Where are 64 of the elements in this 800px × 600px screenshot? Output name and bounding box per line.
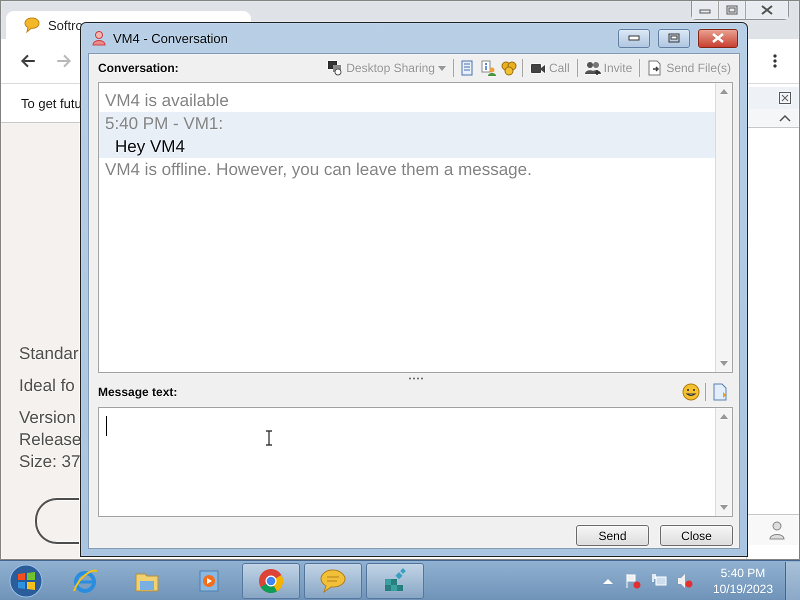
scroll-down-icon[interactable] [720,361,728,366]
send-file-icon [647,60,664,76]
maximize-button[interactable] [658,28,690,48]
screens-icon [327,60,344,76]
menu-icon[interactable] [773,53,777,69]
caret-icon [438,66,446,70]
detail-text: Version [19,407,76,429]
document-icon[interactable] [711,383,729,401]
close-button[interactable] [745,1,788,19]
scrollbar[interactable] [715,83,732,372]
text-cursor-icon [265,430,273,446]
close-button[interactable]: Close [660,525,733,546]
conversation-label: Conversation: [98,61,179,75]
splitter-grip-icon[interactable] [408,376,424,380]
show-desktop-button[interactable] [785,562,800,600]
message-text: Hey VM4 [115,137,185,156]
taskbar-button[interactable] [366,562,424,598]
scrollbar[interactable] [715,408,732,516]
info-icon[interactable] [480,60,496,76]
restore-icon [726,5,738,15]
message-label: Message text: [98,385,178,399]
emoticons-icon[interactable] [500,60,517,76]
maximize-button[interactable] [718,1,745,19]
send-button[interactable]: Send [576,525,649,546]
message-input[interactable] [98,407,733,517]
scroll-up-icon[interactable] [720,414,728,419]
speaker-icon[interactable] [676,572,693,588]
message-text: 5:40 PM - VM1: [105,114,224,133]
collapse-icon[interactable] [779,114,791,122]
taskbar-button[interactable] [304,562,362,598]
network-icon[interactable] [650,572,667,588]
circle-logo-icon [257,566,285,594]
user-icon [91,30,107,46]
show-hidden-icons-icon[interactable] [602,578,613,584]
flag-icon[interactable] [624,572,641,588]
speech-bubble-icon [24,17,40,33]
close-icon [760,5,774,15]
speech-bubble-icon [319,566,347,594]
restore-icon [668,33,680,43]
detail-text: Standar [19,343,79,365]
close-icon [711,33,725,43]
notebook-icon[interactable] [458,60,475,76]
back-icon[interactable] [19,52,37,70]
start-button[interactable] [8,562,44,598]
forward-icon[interactable] [55,52,73,70]
message-text: VM4 is available [105,91,229,110]
clock[interactable]: 5:40 PM 10/19/2023 [712,564,773,596]
scroll-up-icon[interactable] [720,89,728,94]
close-icon[interactable] [779,92,791,104]
taskbar-button[interactable] [242,562,300,598]
minimize-button[interactable] [692,1,718,19]
add-people-icon [584,60,601,76]
scroll-down-icon[interactable] [720,505,728,510]
letter-e-logo-icon [71,566,99,594]
smiley-icon[interactable] [682,383,700,401]
minimize-button[interactable] [618,28,650,48]
detail-text: Ideal fo [19,375,75,397]
close-button[interactable] [698,28,738,48]
user-icon [769,520,785,540]
detail-text: Release [19,429,82,451]
minimize-icon [628,35,640,41]
window-title: VM4 - Conversation [113,30,228,46]
message-text: VM4 is offline. However, you can leave them a message. [105,160,532,179]
detail-text: Size: 37 [19,451,80,473]
